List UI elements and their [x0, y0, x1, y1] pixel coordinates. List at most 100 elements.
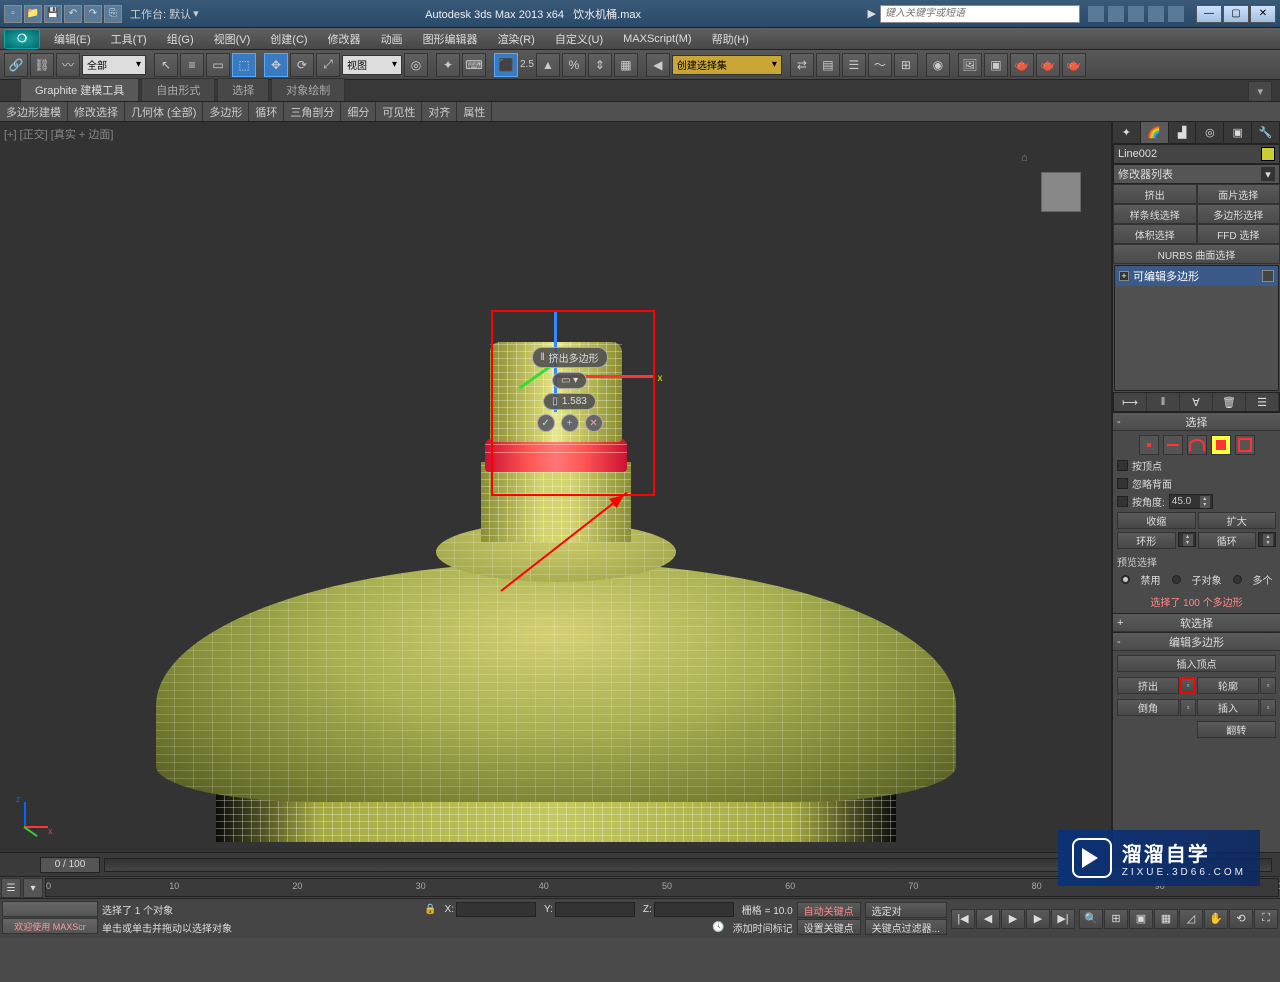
menu-customize[interactable]: 自定义(U): [545, 28, 613, 49]
outline-settings-button[interactable]: ▫: [1260, 677, 1276, 694]
menu-group[interactable]: 组(G): [157, 28, 204, 49]
mod-btn-ffdsel[interactable]: FFD 选择: [1197, 224, 1280, 244]
minimize-button[interactable]: —: [1196, 5, 1222, 23]
caddy-cancel-button[interactable]: ✕: [585, 414, 603, 432]
selection-filter-dropdown[interactable]: 全部▾: [82, 55, 146, 75]
remove-mod-icon[interactable]: 🗑: [1213, 393, 1246, 411]
rollout-editpoly-header[interactable]: -编辑多边形: [1113, 633, 1280, 651]
coord-z-field[interactable]: [654, 902, 734, 917]
ribbon-tab-paint[interactable]: 对象绘制: [271, 78, 345, 101]
loop-spinner[interactable]: ▴▾: [1258, 532, 1276, 547]
scale-icon[interactable]: ⤢: [316, 53, 340, 77]
qat-redo-icon[interactable]: ↷: [84, 5, 102, 23]
next-frame-icon[interactable]: ▶: [1026, 909, 1050, 929]
pan-icon[interactable]: ✋: [1204, 909, 1228, 929]
spinner-snap-icon[interactable]: ⇕: [588, 53, 612, 77]
named-sel-prev-icon[interactable]: ◀: [646, 53, 670, 77]
window-crossing-icon[interactable]: ⬚: [232, 53, 256, 77]
pin-stack-icon[interactable]: ⟼: [1114, 393, 1147, 411]
viewport[interactable]: [+] [正交] [真实 + 边面] ⌂ x ‖ 挤出多边形 ▭ ▾ ▯ 1.5…: [0, 122, 1112, 852]
material-editor-icon[interactable]: ◉: [926, 53, 950, 77]
render-setup-icon[interactable]: 🖼: [958, 53, 982, 77]
move-icon[interactable]: ✥: [264, 53, 288, 77]
tab-hierarchy-icon[interactable]: ▟: [1169, 122, 1197, 143]
maximize-button[interactable]: ▢: [1223, 5, 1249, 23]
snap-2d-icon[interactable]: ⬛: [494, 53, 518, 77]
goto-start-icon[interactable]: |◀: [951, 909, 975, 929]
bind-spacewarp-icon[interactable]: 〰: [56, 53, 80, 77]
mod-btn-extrude[interactable]: 挤出: [1113, 184, 1197, 204]
rendered-frame-icon[interactable]: ▣: [984, 53, 1008, 77]
subobj-vertex-icon[interactable]: [1139, 435, 1159, 455]
ref-coord-dropdown[interactable]: 视图▾: [342, 55, 402, 75]
qat-undo-icon[interactable]: ↶: [64, 5, 82, 23]
bevel-button[interactable]: 倒角: [1117, 699, 1179, 716]
ignoreback-checkbox[interactable]: [1117, 478, 1128, 489]
tab-motion-icon[interactable]: ◎: [1196, 122, 1224, 143]
render-prod-icon[interactable]: 🫖: [1036, 53, 1060, 77]
object-color-swatch[interactable]: [1261, 147, 1275, 161]
maxscript-mini[interactable]: [2, 901, 98, 917]
fov-icon[interactable]: ◿: [1179, 909, 1203, 929]
extrude-button[interactable]: 挤出: [1117, 677, 1179, 694]
mod-btn-volsel[interactable]: 体积选择: [1113, 224, 1197, 244]
menu-tools[interactable]: 工具(T): [101, 28, 157, 49]
radio-multi[interactable]: [1233, 575, 1242, 584]
caddy-type-dropdown[interactable]: ▭ ▾: [552, 372, 587, 389]
mod-btn-nurbs[interactable]: NURBS 曲面选择: [1113, 244, 1280, 264]
trackbar-toggle-icon[interactable]: ☰: [1, 878, 21, 898]
menu-create[interactable]: 创建(C): [260, 28, 317, 49]
menu-animation[interactable]: 动画: [371, 28, 413, 49]
caddy-value-spinner[interactable]: ▯ 1.583: [543, 393, 596, 410]
menu-rendering[interactable]: 渲染(R): [488, 28, 545, 49]
qat-save-icon[interactable]: 💾: [44, 5, 62, 23]
pivot-icon[interactable]: ◎: [404, 53, 428, 77]
coord-y-field[interactable]: [555, 902, 635, 917]
mod-btn-polysel[interactable]: 多边形选择: [1197, 204, 1280, 224]
inset-settings-button[interactable]: ▫: [1260, 699, 1276, 716]
bevel-settings-button[interactable]: ▫: [1180, 699, 1196, 716]
signin-icon[interactable]: [1128, 6, 1144, 22]
loop-button[interactable]: 循环: [1198, 532, 1257, 549]
infocenter-icons[interactable]: [1088, 6, 1184, 22]
rollout-selection-header[interactable]: -选择: [1113, 413, 1280, 431]
tab-display-icon[interactable]: ▣: [1224, 122, 1252, 143]
play-icon[interactable]: ▶: [1001, 909, 1025, 929]
schematic-icon[interactable]: ⊞: [894, 53, 918, 77]
zoom-icon[interactable]: 🔍: [1079, 909, 1103, 929]
modifier-stack[interactable]: +可编辑多边形: [1114, 265, 1279, 391]
extrude-settings-button[interactable]: ▫: [1180, 677, 1196, 694]
show-result-icon[interactable]: ‖: [1147, 393, 1180, 411]
addtimetag-button[interactable]: 添加时间标记: [733, 920, 793, 935]
goto-end-icon[interactable]: ▶|: [1051, 909, 1075, 929]
link-icon[interactable]: 🔗: [4, 53, 28, 77]
menu-grapheditors[interactable]: 图形编辑器: [413, 28, 488, 49]
mirror-icon[interactable]: ⇄: [790, 53, 814, 77]
ribbon-tab-freeform[interactable]: 自由形式: [141, 78, 215, 101]
angle-spinner[interactable]: 45.0▴▾: [1169, 494, 1213, 509]
maxscript-listener[interactable]: 欢迎使用 MAXScr: [2, 918, 98, 934]
radio-disable[interactable]: [1121, 575, 1130, 584]
star-icon[interactable]: [1108, 6, 1124, 22]
menu-maxscript[interactable]: MAXScript(M): [613, 28, 701, 49]
time-display[interactable]: 0 / 100: [40, 857, 100, 873]
modifier-list-dropdown[interactable]: 修改器列表▾: [1113, 164, 1280, 184]
keyboard-shortcut-icon[interactable]: ⌨: [462, 53, 486, 77]
orbit-icon[interactable]: ⟲: [1229, 909, 1253, 929]
menu-edit[interactable]: 编辑(E): [44, 28, 101, 49]
trackbar-filter-icon[interactable]: ▾: [23, 878, 43, 898]
unlink-icon[interactable]: ⛓: [30, 53, 54, 77]
configure-sets-icon[interactable]: ☰: [1246, 393, 1279, 411]
infocenter-icon[interactable]: [1088, 6, 1104, 22]
lock-icon[interactable]: 🔒: [424, 904, 436, 915]
byvertex-checkbox[interactable]: [1117, 460, 1128, 471]
grow-button[interactable]: 扩大: [1198, 512, 1277, 529]
keyfilter-button[interactable]: 关键点过滤器...: [865, 919, 947, 935]
radio-subobj[interactable]: [1172, 575, 1181, 584]
inset-button[interactable]: 插入: [1197, 699, 1259, 716]
make-unique-icon[interactable]: ∀: [1180, 393, 1213, 411]
edged-faces-icon[interactable]: ▦: [614, 53, 638, 77]
select-manipulate-icon[interactable]: ✦: [436, 53, 460, 77]
shrink-button[interactable]: 收缩: [1117, 512, 1196, 529]
outline-button[interactable]: 轮廓: [1197, 677, 1259, 694]
